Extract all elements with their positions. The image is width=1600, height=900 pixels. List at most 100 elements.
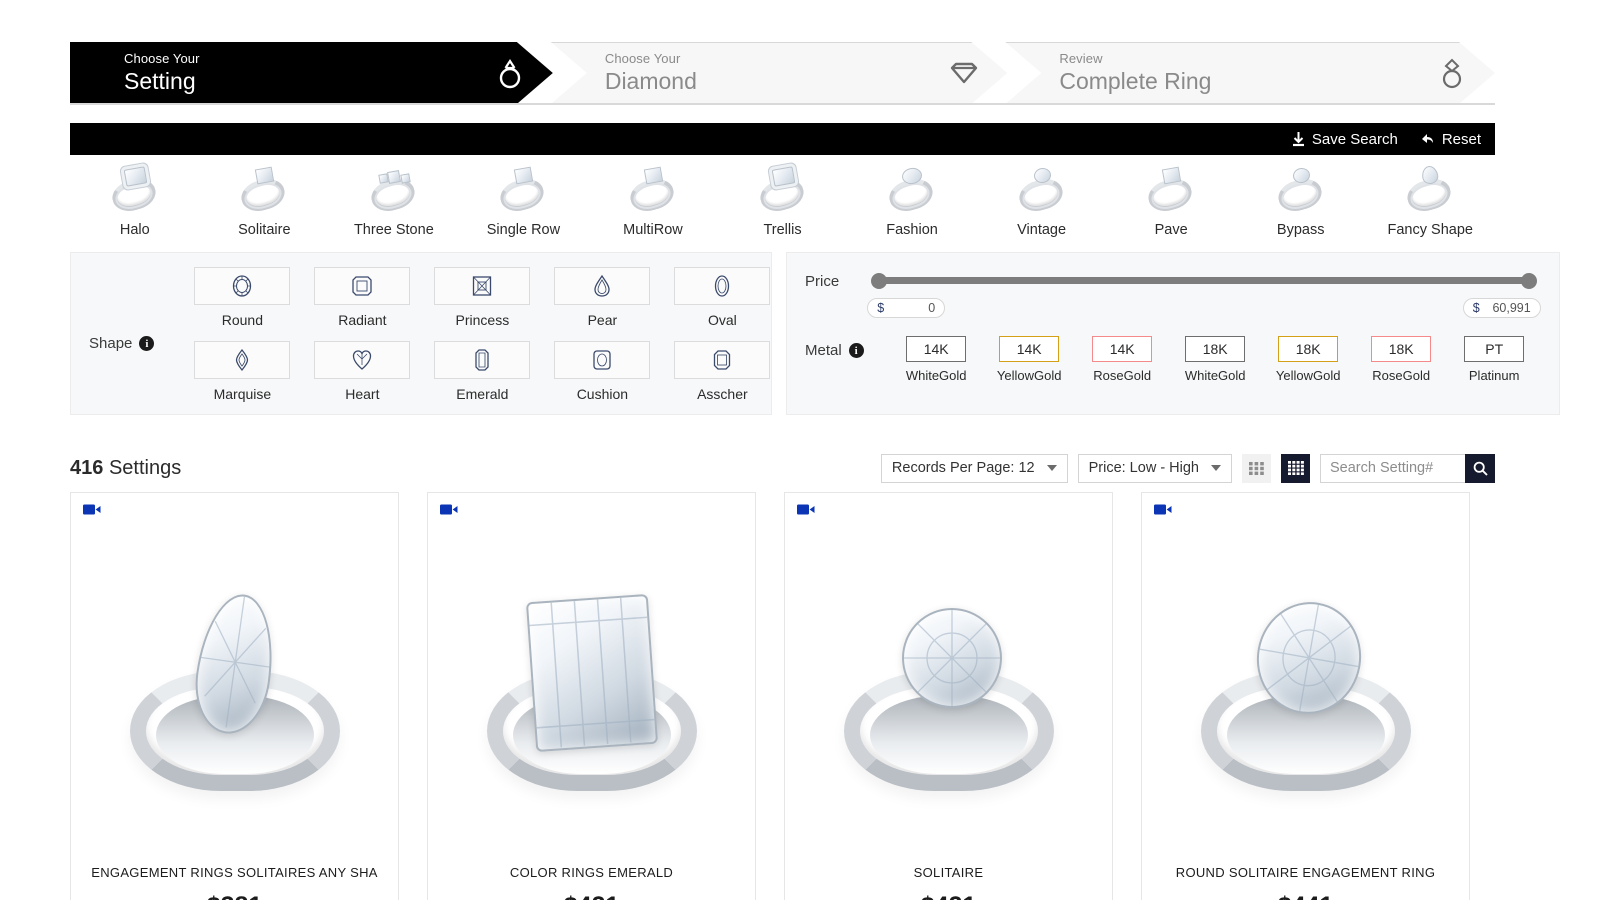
price-filter-row: Price $ 0 $ 60,991 (805, 267, 1541, 318)
halo-ring-image (100, 160, 170, 216)
price-min-field[interactable]: $ 0 (867, 298, 946, 318)
video-icon[interactable] (440, 503, 458, 516)
breadcrumb-step-diamond[interactable]: Choose Your Diamond (551, 42, 1008, 104)
style-item-three-stone[interactable]: Three Stone (329, 160, 459, 238)
style-item-fashion[interactable]: Fashion (847, 160, 977, 238)
info-icon[interactable]: i (848, 343, 864, 358)
price-max-value: 60,991 (1492, 301, 1531, 315)
price-range-slider[interactable] (871, 273, 1537, 289)
records-per-page-select[interactable]: Records Per Page: 12 (880, 453, 1068, 483)
shape-pear-box[interactable] (554, 267, 651, 305)
metal-option-18k-rosegold[interactable]: 18K RoseGold (1355, 336, 1448, 383)
currency-symbol: $ (877, 301, 885, 315)
product-title: ENGAGEMENT RINGS SOLITAIRES ANY SHA (91, 865, 378, 880)
metal-option-14k-yellowgold[interactable]: 14K YellowGold (983, 336, 1076, 383)
price-slider-wrap: $ 0 $ 60,991 (867, 267, 1541, 318)
currency-symbol: $ (1472, 301, 1480, 315)
product-card[interactable]: SOLITAIRE $421 (784, 492, 1113, 900)
step-complete-text: Review Complete Ring (1059, 51, 1211, 95)
metal-karat-box[interactable]: 18K (1185, 336, 1246, 362)
product-card[interactable]: ROUND SOLITAIRE ENGAGEMENT RING $441 (1141, 492, 1470, 900)
shape-emerald-box[interactable] (434, 340, 531, 379)
style-label: Pave (1154, 222, 1188, 238)
cushion-shape-icon (593, 349, 612, 370)
style-item-bypass[interactable]: Bypass (1236, 160, 1366, 238)
shape-option-princess[interactable]: Princess (422, 267, 542, 331)
style-item-multirow[interactable]: MultiRow (588, 160, 718, 238)
reset-label: Reset (1441, 130, 1481, 148)
breadcrumb: Choose Your Setting Choose Your Diamond … (70, 42, 1495, 104)
shape-asscher-box[interactable] (674, 340, 771, 379)
metal-name: Platinum (1468, 368, 1520, 383)
video-icon[interactable] (797, 503, 815, 516)
shape-option-cushion[interactable]: Cushion (542, 340, 662, 405)
style-item-fancy-shape[interactable]: Fancy Shape (1365, 160, 1495, 238)
ring-illustration (1181, 576, 1431, 806)
shape-option-pear[interactable]: Pear (542, 267, 662, 331)
style-item-single-row[interactable]: Single Row (459, 160, 589, 238)
product-card[interactable]: COLOR RINGS EMERALD $421 (427, 492, 756, 900)
info-icon[interactable]: i (139, 336, 155, 351)
slider-knob-max[interactable] (1520, 273, 1537, 289)
shape-round-box[interactable] (194, 267, 291, 305)
sort-select[interactable]: Price: Low - High (1077, 453, 1232, 483)
shape-oval-box[interactable] (674, 267, 771, 305)
style-item-halo[interactable]: Halo (70, 160, 200, 238)
three-stone-ring-image (359, 160, 429, 216)
video-icon[interactable] (83, 503, 101, 516)
metal-option-platinum[interactable]: PT Platinum (1448, 336, 1541, 383)
shape-label: Oval (707, 312, 737, 328)
metal-karat-box[interactable]: 18K (1278, 336, 1339, 362)
shape-heart-box[interactable] (314, 340, 411, 379)
shape-label: Heart (345, 385, 380, 402)
shape-filter-panel: Shape i Round Radiant Princess Pear Oval… (70, 252, 772, 415)
breadcrumb-step-complete-ring[interactable]: Review Complete Ring (1005, 42, 1495, 104)
shape-option-emerald[interactable]: Emerald (422, 340, 542, 405)
shape-cushion-box[interactable] (554, 340, 651, 379)
style-item-trellis[interactable]: Trellis (718, 160, 848, 238)
shape-option-marquise[interactable]: Marquise (182, 340, 302, 405)
metal-option-18k-whitegold[interactable]: 18K WhiteGold (1169, 336, 1262, 383)
step-setting-small: Choose Your (124, 51, 200, 66)
shape-marquise-box[interactable] (194, 340, 291, 379)
shape-label: Round (221, 312, 263, 328)
metal-option-14k-rosegold[interactable]: 14K RoseGold (1076, 336, 1169, 383)
metal-karat-box[interactable]: 14K (1092, 336, 1153, 362)
style-item-solitaire[interactable]: Solitaire (200, 160, 330, 238)
metal-option-14k-whitegold[interactable]: 14K WhiteGold (890, 336, 983, 383)
grid-small-icon[interactable] (1242, 453, 1271, 483)
style-label: Solitaire (238, 222, 291, 238)
save-search-button[interactable]: Save Search (1292, 131, 1398, 148)
search-input[interactable]: Search Setting# (1320, 453, 1465, 483)
style-item-pave[interactable]: Pave (1106, 160, 1236, 238)
style-label: Fancy Shape (1387, 222, 1473, 238)
shape-option-radiant[interactable]: Radiant (302, 267, 422, 331)
shape-radiant-box[interactable] (314, 267, 411, 305)
price-metal-filter-panel: Price $ 0 $ 60,991 Metal i 14K WhiteGold… (786, 252, 1560, 415)
shape-option-heart[interactable]: Heart (302, 340, 422, 405)
slider-knob-min[interactable] (871, 273, 888, 289)
results-controls: Records Per Page: 12 Price: Low - High S… (880, 453, 1495, 483)
shape-option-oval[interactable]: Oval (662, 267, 782, 331)
style-item-vintage[interactable]: Vintage (977, 160, 1107, 238)
metal-karat-box[interactable]: 14K (906, 336, 967, 362)
price-max-field[interactable]: $ 60,991 (1462, 298, 1541, 318)
product-image (1142, 493, 1469, 865)
shape-princess-box[interactable] (434, 267, 531, 305)
style-label: Three Stone (353, 222, 434, 238)
metal-karat-box[interactable]: 18K (1371, 336, 1432, 362)
shape-option-round[interactable]: Round (182, 267, 302, 331)
ring-diamond-icon (1435, 53, 1469, 93)
shape-option-asscher[interactable]: Asscher (662, 340, 782, 405)
reset-button[interactable]: Reset (1420, 131, 1481, 148)
breadcrumb-step-setting[interactable]: Choose Your Setting (70, 42, 553, 104)
metal-karat-box[interactable]: PT (1464, 336, 1525, 362)
search-button[interactable] (1465, 453, 1495, 483)
diamond-icon (947, 53, 981, 93)
search-icon (1473, 461, 1488, 476)
metal-karat-box[interactable]: 14K (999, 336, 1060, 362)
grid-large-icon[interactable] (1281, 453, 1310, 483)
video-icon[interactable] (1154, 503, 1172, 516)
product-card[interactable]: ENGAGEMENT RINGS SOLITAIRES ANY SHA $381 (70, 492, 399, 900)
metal-option-18k-yellowgold[interactable]: 18K YellowGold (1262, 336, 1355, 383)
